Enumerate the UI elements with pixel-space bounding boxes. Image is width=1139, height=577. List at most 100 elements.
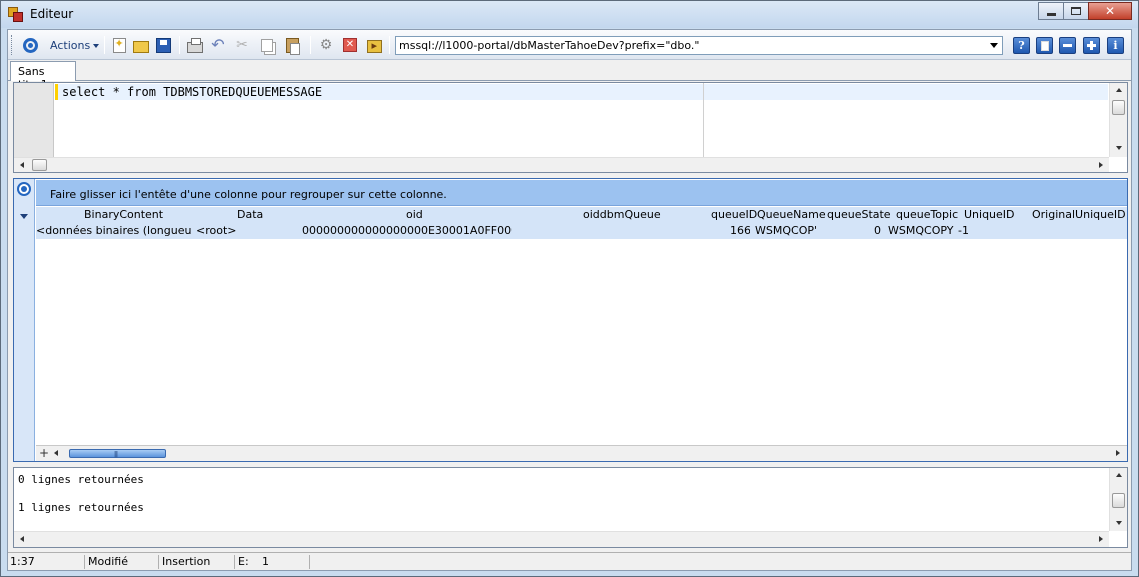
actions-target-button[interactable]: [20, 35, 40, 55]
editor-vertical-scrollbar[interactable]: [1109, 83, 1127, 157]
group-by-panel[interactable]: Faire glisser ici l'entête d'une colonne…: [36, 180, 1127, 206]
minimize-icon: [1046, 12, 1056, 16]
scroll-thumb[interactable]: |||: [69, 449, 166, 458]
actions-menu[interactable]: Actions: [50, 39, 90, 52]
print-button[interactable]: [185, 35, 205, 55]
cell-queuetopic[interactable]: WSMQCOPY: [888, 224, 958, 237]
chevron-down-icon[interactable]: [20, 214, 28, 219]
save-icon: [155, 37, 171, 53]
tab-strip: Sans titre1: [8, 61, 1131, 91]
scroll-left-icon[interactable]: [20, 536, 24, 542]
cell-uniqueid[interactable]: -1: [958, 224, 988, 237]
messages-vertical-scrollbar[interactable]: [1109, 468, 1127, 531]
target-icon[interactable]: [17, 182, 31, 196]
message-line: 0 lignes retournées: [18, 473, 144, 486]
open-button[interactable]: [131, 35, 151, 55]
toolbar-separator: [310, 36, 311, 54]
scroll-up-icon[interactable]: [1116, 473, 1122, 477]
column-headers: BinaryContent Data oid oiddbmQueue queue…: [36, 207, 1127, 223]
grid-horizontal-scrollbar[interactable]: + |||: [36, 445, 1127, 461]
column-header[interactable]: Data: [237, 208, 263, 221]
tab-sans-titre1[interactable]: Sans titre1: [10, 61, 76, 91]
connection-select[interactable]: mssql://l1000-portal/dbMasterTahoeDev?pr…: [395, 36, 1003, 55]
cell-queuestate[interactable]: 0: [874, 224, 886, 237]
status-bar: 1:37 Modifié Insertion E: 1: [8, 552, 1131, 570]
toolbar: Actions ↶ ✂ ⚙ ✕ mssql://l1000-portal/dbM…: [8, 30, 1131, 60]
scroll-down-icon[interactable]: [1116, 521, 1122, 525]
line-gutter: [14, 83, 54, 157]
settings-button[interactable]: ⚙: [316, 35, 336, 55]
new-button[interactable]: [109, 35, 129, 55]
minimize-button[interactable]: [1038, 2, 1064, 20]
chevron-down-icon: [93, 44, 99, 48]
message-line: 1 lignes retournées: [18, 501, 144, 514]
maximize-icon: [1071, 7, 1081, 15]
line-change-marker: [55, 84, 58, 100]
connection-dropdown-button[interactable]: [986, 37, 1002, 54]
close-button[interactable]: ✕: [1088, 2, 1132, 20]
table-row[interactable]: <données binaires (longueur 175! <root> …: [36, 223, 1127, 239]
scroll-right-icon[interactable]: [1099, 536, 1103, 542]
insert-mode-status: Insertion: [160, 555, 235, 569]
e-label: E:: [238, 555, 249, 568]
cell-queuename[interactable]: WSMQCOP': [755, 224, 817, 237]
info-button[interactable]: i: [1107, 37, 1124, 54]
editor-horizontal-scrollbar[interactable]: [14, 157, 1109, 172]
messages-horizontal-scrollbar[interactable]: [14, 531, 1109, 547]
scroll-thumb[interactable]: [1112, 100, 1125, 115]
expand-button[interactable]: [1083, 37, 1100, 54]
question-icon: ?: [1018, 39, 1025, 52]
copy-icon: [261, 38, 273, 52]
help-button[interactable]: ?: [1013, 37, 1030, 54]
column-header[interactable]: UniqueID: [964, 208, 1015, 221]
cell-oid[interactable]: 000000000000000000E30001A0FF0008: [302, 224, 512, 237]
column-header[interactable]: oid: [406, 208, 423, 221]
cell-binarycontent[interactable]: <données binaires (longueur 175!: [36, 224, 192, 237]
scroll-left-icon[interactable]: [20, 162, 24, 168]
collapse-button[interactable]: [1059, 37, 1076, 54]
cell-queueid[interactable]: 166: [730, 224, 750, 237]
messages-panel[interactable]: 0 lignes retournées 1 lignes retournées: [13, 467, 1128, 548]
grip-icon: |||: [114, 451, 118, 458]
cell-data[interactable]: <root>: [196, 224, 256, 237]
copy-button[interactable]: [257, 35, 277, 55]
toolbar-separator: [104, 36, 105, 54]
column-header[interactable]: oiddbmQueue: [583, 208, 661, 221]
sql-query-text[interactable]: select * from TDBMSTOREDQUEUEMESSAGE: [62, 85, 322, 99]
column-header[interactable]: OriginalUniqueID: [1032, 208, 1126, 221]
sql-editor[interactable]: select * from TDBMSTOREDQUEUEMESSAGE: [13, 82, 1128, 173]
column-header[interactable]: queueID: [711, 208, 757, 221]
cut-button[interactable]: ✂: [232, 35, 252, 55]
paste-icon: [285, 37, 300, 55]
editor-window: Editeur ✕ Actions ↶ ✂ ⚙ ✕: [0, 0, 1139, 577]
add-row-button[interactable]: +: [38, 447, 50, 460]
scroll-up-icon[interactable]: [1116, 88, 1122, 92]
stop-button[interactable]: ✕: [340, 35, 360, 55]
gear-icon: ⚙: [319, 37, 333, 53]
grid-side-bar: [14, 179, 35, 461]
document-button[interactable]: [1036, 37, 1053, 54]
scroll-right-icon[interactable]: [1099, 162, 1103, 168]
toolbar-grip[interactable]: [11, 35, 14, 55]
scroll-thumb[interactable]: [1112, 493, 1125, 508]
edge-guide-line: [703, 83, 704, 157]
document-icon: [1040, 40, 1049, 51]
execute-button[interactable]: [364, 35, 384, 55]
modified-status: Modifié: [86, 555, 159, 569]
maximize-button[interactable]: [1063, 2, 1089, 20]
paste-button[interactable]: [282, 35, 302, 55]
scroll-thumb[interactable]: [32, 159, 47, 171]
column-header[interactable]: queueState: [827, 208, 891, 221]
column-header[interactable]: QueueName: [757, 208, 826, 221]
chevron-down-icon: [990, 43, 998, 48]
scroll-left-icon[interactable]: [54, 450, 58, 456]
window-controls: ✕: [1038, 2, 1132, 22]
scroll-down-icon[interactable]: [1116, 146, 1122, 150]
title-bar[interactable]: Editeur ✕: [1, 1, 1138, 28]
column-header[interactable]: BinaryContent: [84, 208, 163, 221]
column-header[interactable]: queueTopic: [896, 208, 958, 221]
undo-button[interactable]: ↶: [208, 35, 228, 55]
app-icon: [8, 7, 24, 23]
save-button[interactable]: [153, 35, 173, 55]
scroll-right-icon[interactable]: [1116, 450, 1120, 456]
